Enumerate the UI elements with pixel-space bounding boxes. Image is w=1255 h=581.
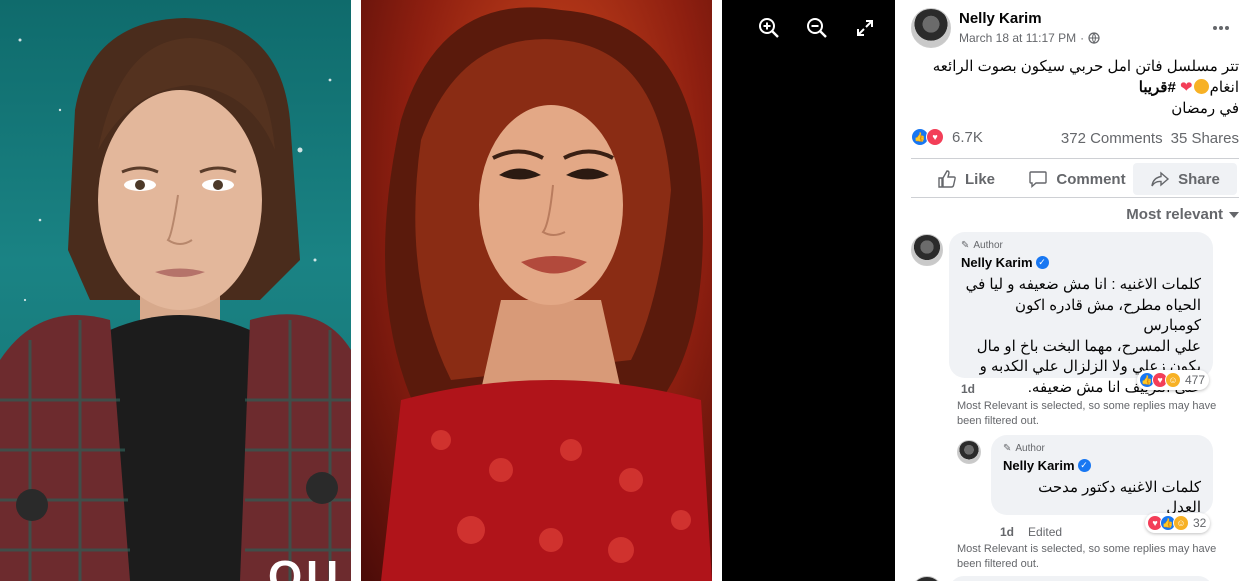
post-meta: March 18 at 11:17 PM · [959,31,1100,45]
verified-badge-icon: ✓ [1077,459,1091,473]
like-button[interactable]: Like [911,163,1021,195]
post-timestamp[interactable]: March 18 at 11:17 PM [959,31,1076,45]
zoom-out-button[interactable] [803,14,831,42]
edited-label: Edited [1028,525,1063,539]
reply-bubble: ✎ Author Nelly Karim ✓ كلمات الاغنيه دكتو… [991,435,1213,534]
comment-bubble: ✎ Author Nelly Karim ✓ كلمات الاغنيه : ان… [949,232,1213,396]
sort-label: Most relevant [1126,206,1223,223]
comment-text-line: علي المسرح، مهما البخت باخ او مال [976,337,1201,355]
reactions-summary[interactable]: 👍 ♥ 6.7K [911,128,983,146]
love-reaction-icon: ♥ [926,128,944,146]
reply-reaction-count: 32 [1193,516,1207,530]
reply-avatar[interactable] [957,440,981,464]
comments-count-link[interactable]: 372 Comments [1061,130,1163,147]
author-badge: ✎ Author [961,240,1201,251]
comment-icon [1029,171,1048,189]
reply-text: كلمات الاغنيه دكتور مدحت العدل [1038,479,1201,516]
author-avatar[interactable] [911,8,951,48]
more-icon [1213,26,1229,30]
fullscreen-icon [857,20,873,36]
share-icon [1151,171,1170,187]
photo-viewer: OU [0,0,895,581]
thumbs-up-icon [938,170,956,188]
photo-divider [351,0,361,581]
comment-text-line: كلمات الاغنيه : انا مش ضعيفه و ليا في [965,276,1201,293]
filter-note-line: Most Relevant is selected, so some repli… [957,400,1217,412]
red-heart-emoji-icon: ❤ [1179,79,1193,96]
globe-icon [1088,32,1100,44]
reply-time[interactable]: 1d [1000,525,1014,539]
post-text-line: انغام ❤ #قريبا [919,77,1239,98]
heart-eyes-emoji-icon [1193,79,1209,94]
comment-bubble [949,576,1213,581]
divider [911,197,1239,198]
verified-badge-icon: ✓ [1035,256,1049,270]
like-label: Like [964,170,995,188]
pencil-icon: ✎ [961,240,970,251]
post-text-line: تتر مسلسل فاتن امل حربي سيكون بصوت الرائ… [932,58,1239,75]
photo-caption-fragment: OU [268,552,342,581]
photo-right-border [712,0,722,581]
filter-note-line: Most Relevant is selected, so some repli… [957,543,1217,555]
portrait-illustration-left [0,18,351,581]
comment-label: Comment [1056,170,1126,188]
portrait-illustration-right [381,7,712,581]
filter-note: Most Relevant is selected, so some repli… [957,542,1247,572]
post-author-name[interactable]: Nelly Karim [959,10,1042,27]
comment-avatar[interactable] [911,234,943,266]
share-button[interactable]: Share [1133,163,1237,195]
post-text: تتر مسلسل فاتن امل حربي سيكون بصوت الرائ… [919,56,1239,119]
hashtag-link[interactable]: #قريبا [1139,79,1176,96]
filter-note: Most Relevant is selected, so some repli… [957,399,1247,429]
post-panel: Nelly Karim March 18 at 11:17 PM · تتر م… [895,0,1255,581]
author-badge: ✎ Author [1003,443,1201,454]
reply-reactions[interactable]: ♥ 👍 ☺ 32 [1145,513,1211,533]
engagement-counts: 372 Comments 35 Shares [1061,130,1239,147]
photo-right-panel [361,0,712,581]
care-reaction-icon: ☺ [1165,372,1181,388]
reply-meta: 1d Edited [1000,525,1062,539]
care-reaction-icon: ☺ [1173,515,1189,531]
divider [911,158,1239,159]
post-text-prefix: انغام [1209,79,1239,96]
comment-reactions[interactable]: 👍 ♥ ☺ 477 [1137,370,1210,390]
share-label: Share [1178,170,1220,188]
pencil-icon: ✎ [1003,443,1012,454]
comment-reaction-count: 477 [1185,373,1206,387]
fullscreen-button[interactable] [851,14,879,42]
zoom-in-icon [759,18,779,38]
shares-count-link[interactable]: 35 Shares [1171,130,1239,147]
comment-author-name[interactable]: Nelly Karim [961,255,1033,270]
filter-note-line: been filtered out. [957,415,1039,427]
reply-author-row: Nelly Karim ✓ [1003,457,1201,475]
zoom-in-button[interactable] [755,14,783,42]
comment-avatar[interactable] [911,576,943,581]
comment-time[interactable]: 1d [961,382,975,396]
reply-author-name[interactable]: Nelly Karim [1003,458,1075,473]
comment-author-row: Nelly Karim ✓ [961,254,1201,272]
more-options-button[interactable] [1211,18,1231,38]
reaction-count: 6.7K [952,128,983,146]
caret-down-icon [1229,211,1239,218]
comment-button[interactable]: Comment [1021,163,1133,195]
zoom-out-icon [807,18,827,38]
photo-left-panel: OU [0,0,351,581]
author-tag-label: Author [973,240,1003,251]
author-tag-label: Author [1015,443,1045,454]
filter-note-line: been filtered out. [957,558,1039,570]
meta-separator: · [1080,31,1085,45]
comment-text-line: الحياه مطرح، مش قادره اكون كومبارس [1015,296,1201,335]
comment-sort-dropdown[interactable]: Most relevant [1126,206,1239,223]
post-text-line: في رمضان [1171,100,1239,117]
